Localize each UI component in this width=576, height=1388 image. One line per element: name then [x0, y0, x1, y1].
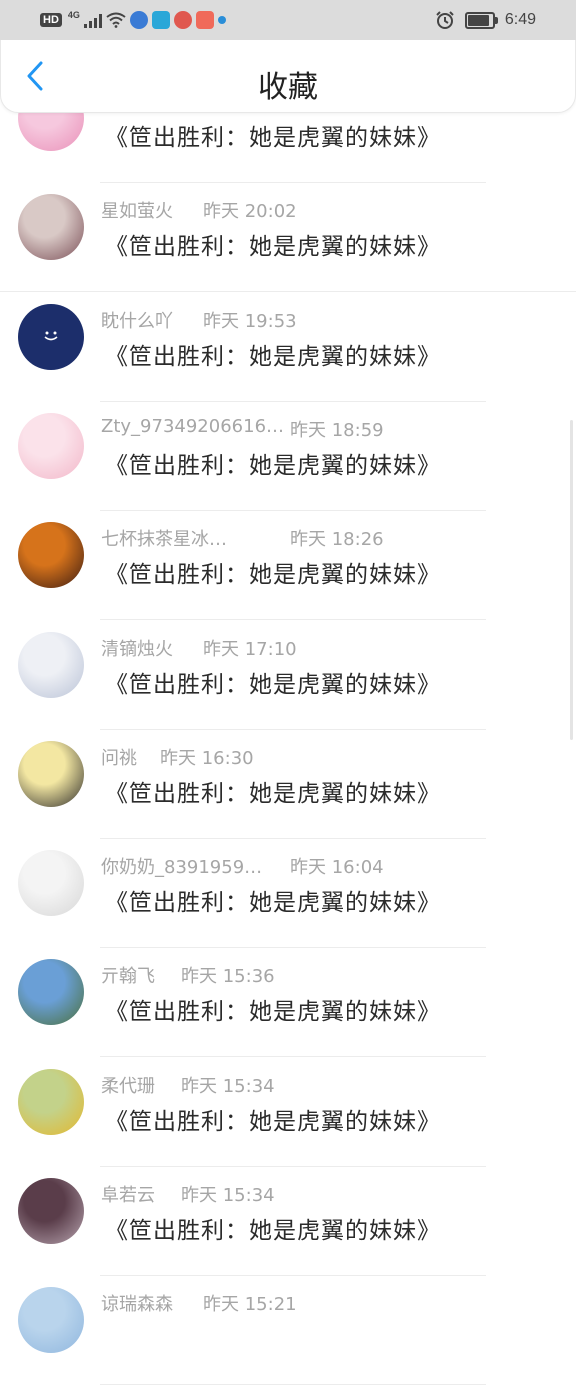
favorite-title[interactable]: 《笸出胜利：她是虎翼的妹妹》: [105, 555, 441, 589]
divider: [100, 1275, 486, 1276]
item-meta: 七杯抹茶星冰… 昨天 18:26: [101, 525, 384, 551]
divider: [100, 182, 486, 183]
clock: 6:49: [504, 11, 536, 28]
favorite-item[interactable]: 谅瑞森森 昨天 15:21: [0, 1278, 576, 1388]
timestamp: 昨天 18:26: [290, 529, 384, 551]
item-meta: 柔代珊 昨天 15:34: [101, 1072, 275, 1098]
alarm-clock-icon: [436, 11, 454, 29]
avatar[interactable]: [18, 522, 84, 589]
divider: [100, 619, 486, 621]
avatar[interactable]: [18, 303, 84, 370]
divider: [100, 728, 486, 730]
favorite-title[interactable]: 《笸出胜利：她是虎翼的妹妹》: [105, 992, 441, 1026]
app-icon-5: [217, 16, 226, 24]
timestamp: 昨天 17:10: [203, 638, 297, 660]
favorite-title[interactable]: 《笸出胜利：她是虎翼的妹妹》: [105, 774, 441, 808]
app-icon-3: [173, 11, 192, 29]
scrollbar[interactable]: [570, 420, 573, 740]
status-bar-right: 6:49: [435, 9, 536, 31]
battery-icon: [464, 11, 498, 29]
timestamp: 昨天 15:21: [203, 1294, 297, 1316]
username[interactable]: 亓翰飞: [101, 966, 155, 987]
divider: [0, 291, 576, 293]
wifi-icon: [106, 12, 126, 28]
divider: [100, 1056, 486, 1058]
favorite-title[interactable]: 《笸出胜利：她是虎翼的妹妹》: [105, 337, 441, 371]
timestamp: 昨天 15:34: [181, 1185, 275, 1206]
favorite-title[interactable]: 《笸出胜利：她是虎翼的妹妹》: [105, 446, 441, 480]
username[interactable]: 阜若云: [101, 1185, 155, 1206]
item-meta: 眈什么吖 昨天 19:53: [101, 307, 297, 333]
username[interactable]: 七杯抹茶星冰…: [101, 529, 227, 550]
divider: [100, 947, 486, 949]
divider: [100, 400, 486, 402]
item-meta: 问祧 昨天 16:30: [101, 744, 254, 770]
item-meta: 星如萤火 昨天 20:02: [101, 197, 297, 223]
top-bar: 收藏: [0, 40, 576, 113]
username[interactable]: 问祧: [101, 748, 137, 769]
favorite-title[interactable]: 《笸出胜利：她是虎翼的妹妹》: [105, 665, 441, 699]
favorite-item[interactable]: 星如萤火 昨天 20:02 《笸出胜利：她是虎翼的妹妹》: [0, 185, 576, 295]
timestamp: 昨天 15:34: [181, 1075, 275, 1097]
item-meta: 清镝烛火 昨天 17:10: [101, 635, 297, 661]
timestamp: 昨天 20:02: [203, 201, 297, 223]
favorite-item[interactable]: Zty_97349206616… 昨天 18:59 《笸出胜利：她是虎翼的妹妹》: [0, 404, 576, 514]
item-meta: Zty_97349206616… 昨天 18:59: [101, 416, 384, 441]
username[interactable]: 柔代珊: [101, 1076, 155, 1097]
username[interactable]: 眈什么吖: [101, 311, 173, 332]
app-icon-4: [195, 11, 214, 29]
username[interactable]: Zty_97349206616…: [101, 416, 284, 437]
item-meta: 亓翰飞 昨天 15:36: [101, 962, 275, 988]
favorite-title[interactable]: 《笸出胜利：她是虎翼的妹妹》: [105, 118, 441, 152]
divider: [100, 509, 486, 511]
status-bar: HD 4G 6:49: [0, 0, 576, 40]
avatar[interactable]: [18, 959, 84, 1026]
username[interactable]: 你奶奶_8391959…: [101, 857, 262, 878]
timestamp: 昨天 16:30: [160, 747, 254, 769]
favorite-title[interactable]: 《笸出胜利：她是虎翼的妹妹》: [105, 1211, 441, 1245]
favorite-item[interactable]: 七杯抹茶星冰… 昨天 18:26 《笸出胜利：她是虎翼的妹妹》: [0, 513, 576, 623]
avatar[interactable]: [18, 740, 84, 807]
timestamp: 昨天 16:04: [290, 857, 384, 879]
favorite-item[interactable]: 眈什么吖 昨天 19:53 《笸出胜利：她是虎翼的妹妹》: [0, 295, 576, 405]
status-bar-left: HD 4G: [40, 10, 226, 30]
avatar[interactable]: [18, 850, 84, 917]
favorite-title[interactable]: 《笸出胜利：她是虎翼的妹妹》: [105, 227, 441, 261]
avatar[interactable]: [18, 412, 84, 479]
timestamp: 昨天 18:59: [290, 419, 384, 441]
favorite-title[interactable]: 《笸出胜利：她是虎翼的妹妹》: [105, 1102, 441, 1136]
avatar[interactable]: [18, 1068, 84, 1135]
timestamp: 昨天 19:53: [203, 310, 297, 332]
favorite-item[interactable]: 柔代珊 昨天 15:34 《笸出胜利：她是虎翼的妹妹》: [0, 1060, 576, 1170]
smiley-icon: [44, 331, 58, 340]
item-meta: 你奶奶_8391959… 昨天 16:04: [101, 853, 384, 879]
network-type: 4G: [67, 10, 80, 20]
favorite-item[interactable]: 亓翰飞 昨天 15:36 《笸出胜利：她是虎翼的妹妹》: [0, 950, 576, 1060]
favorite-item[interactable]: 阜若云 昨天 15:34 《笸出胜利：她是虎翼的妹妹》: [0, 1169, 576, 1279]
hd-badge: HD: [40, 13, 62, 27]
favorite-title[interactable]: 《笸出胜利：她是虎翼的妹妹》: [105, 883, 441, 917]
divider: [100, 837, 486, 839]
avatar[interactable]: [18, 631, 84, 698]
book-app-icon: [151, 11, 170, 29]
signal-icon: [83, 13, 102, 28]
favorite-item[interactable]: 清镝烛火 昨天 17:10 《笸出胜利：她是虎翼的妹妹》: [0, 623, 576, 733]
username[interactable]: 清镝烛火: [101, 639, 173, 660]
divider: [100, 1384, 486, 1386]
divider: [100, 1165, 486, 1167]
avatar[interactable]: [18, 194, 84, 261]
avatar[interactable]: [18, 1178, 84, 1244]
app-icon-1: [129, 11, 148, 29]
item-meta: 阜若云 昨天 15:34: [101, 1181, 275, 1207]
username[interactable]: 谅瑞森森: [101, 1294, 173, 1315]
item-meta: 谅瑞森森 昨天 15:21: [101, 1290, 297, 1316]
avatar[interactable]: [18, 1287, 84, 1354]
favorite-item[interactable]: 你奶奶_8391959… 昨天 16:04 《笸出胜利：她是虎翼的妹妹》: [0, 841, 576, 951]
favorite-item[interactable]: 问祧 昨天 16:30 《笸出胜利：她是虎翼的妹妹》: [0, 732, 576, 842]
username[interactable]: 星如萤火: [101, 201, 173, 222]
timestamp: 昨天 15:36: [181, 966, 275, 988]
page-title: 收藏: [258, 70, 318, 105]
